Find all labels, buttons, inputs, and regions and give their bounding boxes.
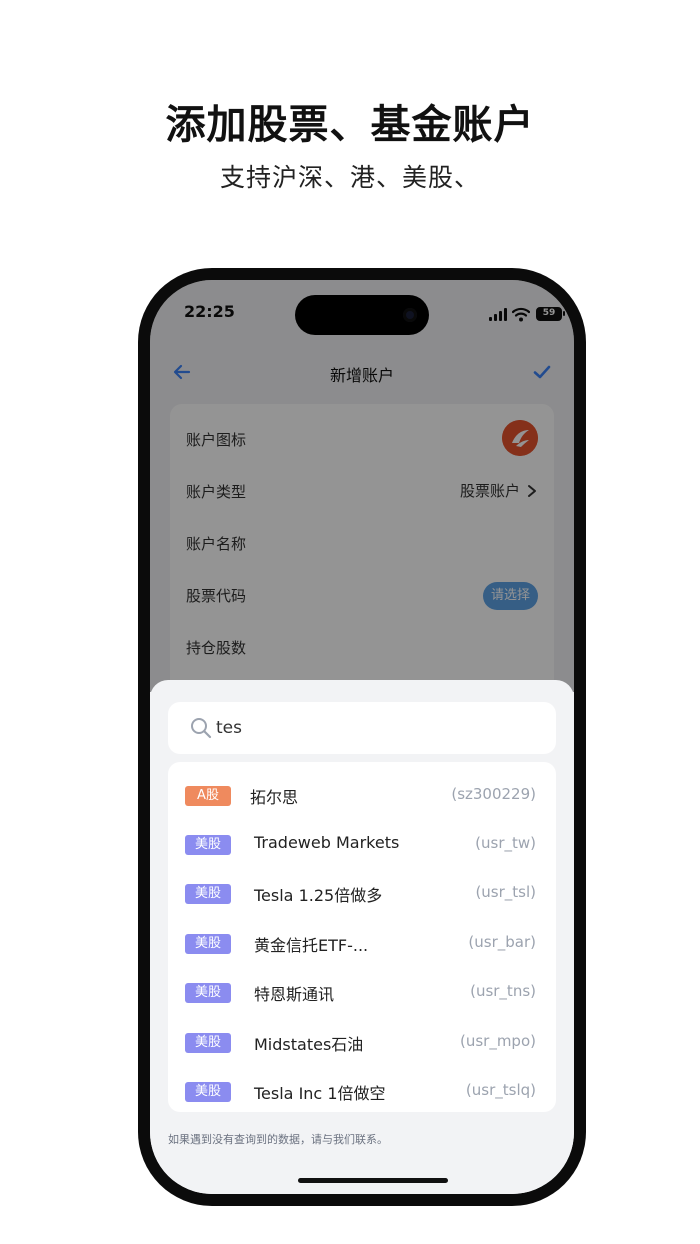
market-badge: A股 <box>185 786 231 806</box>
stock-name: Tesla Inc 1倍做空 <box>254 1084 386 1103</box>
list-item[interactable]: 美股 Midstates石油 (usr_mpo) <box>168 1018 556 1068</box>
market-badge: 美股 <box>185 884 231 904</box>
list-item[interactable]: 美股 黄金信托ETF-... (usr_bar) <box>168 919 556 969</box>
stock-code: (usr_tw) <box>475 834 536 852</box>
market-badge: 美股 <box>185 835 231 855</box>
market-badge: 美股 <box>185 983 231 1003</box>
market-badge: 美股 <box>185 1082 231 1102</box>
market-badge: 美股 <box>185 934 231 954</box>
stock-code: (usr_tns) <box>470 982 536 1000</box>
list-item[interactable]: 美股 Tradeweb Markets (usr_tw) <box>168 820 556 870</box>
stock-name: 黄金信托ETF-... <box>254 936 369 955</box>
promo-subtitle: 支持沪深、港、美股、 <box>219 163 480 192</box>
stock-name: 特恩斯通讯 <box>254 985 335 1004</box>
stock-code: (usr_mpo) <box>459 1032 536 1050</box>
stock-name: Tradeweb Markets <box>254 833 400 852</box>
phone-frame: 22:25 59 新增账户 账户图标 账户类型 股票账户 账户名称 股票代码 请… <box>138 268 586 1206</box>
stock-code: (usr_tsl) <box>475 883 536 901</box>
search-input[interactable] <box>216 715 536 741</box>
list-item[interactable]: 美股 特恩斯通讯 (usr_tns) <box>168 968 556 1018</box>
search-box <box>168 702 556 754</box>
list-item[interactable]: 美股 Tesla Inc 1倍做空 (usr_tslq) <box>168 1067 556 1117</box>
stock-code: (sz300229) <box>451 785 536 803</box>
phone-screen: 22:25 59 新增账户 账户图标 账户类型 股票账户 账户名称 股票代码 请… <box>150 280 574 1194</box>
contact-note: 如果遇到没有查询到的数据，请与我们联系。 <box>168 1133 388 1146</box>
stock-code: (usr_bar) <box>468 933 536 951</box>
search-icon <box>191 718 212 739</box>
list-item[interactable]: 美股 Tesla 1.25倍做多 (usr_tsl) <box>168 869 556 919</box>
list-item[interactable]: A股 拓尔思 (sz300229) <box>168 771 556 821</box>
stock-name: 拓尔思 <box>250 788 299 807</box>
home-indicator[interactable] <box>298 1178 448 1183</box>
stock-name: Tesla 1.25倍做多 <box>254 886 383 905</box>
modal-backdrop[interactable] <box>150 280 574 692</box>
stock-search-sheet: A股 拓尔思 (sz300229) 美股 Tradeweb Markets (u… <box>150 680 574 1194</box>
stock-name: Midstates石油 <box>254 1035 364 1054</box>
stock-code: (usr_tslq) <box>465 1081 536 1099</box>
market-badge: 美股 <box>185 1033 231 1053</box>
search-results-list: A股 拓尔思 (sz300229) 美股 Tradeweb Markets (u… <box>168 762 556 1112</box>
promo-title: 添加股票、基金账户 <box>165 102 535 148</box>
